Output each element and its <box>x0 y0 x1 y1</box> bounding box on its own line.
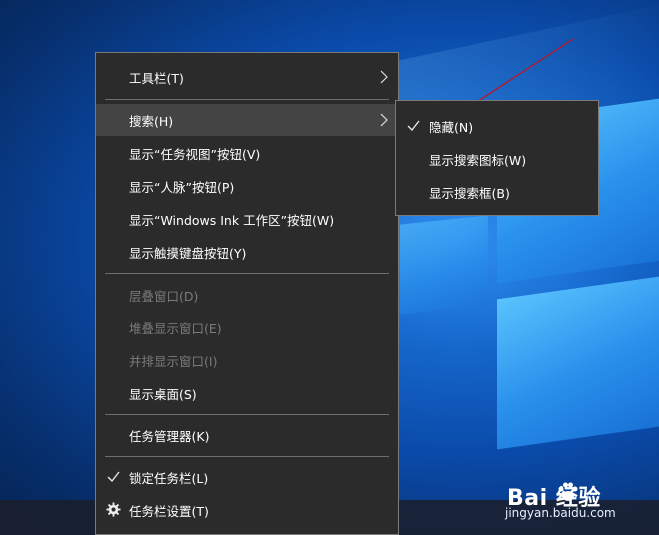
menu-item-label: 锁定任务栏(L) <box>129 470 209 486</box>
menu-item-show-people[interactable]: 显示“人脉”按钮(P) <box>96 170 398 202</box>
menu-item-toolbars[interactable]: 工具栏(T) <box>96 61 398 93</box>
submenu-item-hidden[interactable]: 隐藏(N) <box>396 110 598 142</box>
search-submenu: 隐藏(N) 显示搜索图标(W) 显示搜索框(B) <box>395 100 599 216</box>
submenu-item-label: 显示搜索图标(W) <box>429 152 527 168</box>
menu-item-label: 工具栏(T) <box>129 70 184 86</box>
menu-item-show-touch-keyboard[interactable]: 显示触摸键盘按钮(Y) <box>96 236 398 268</box>
windows-logo-pane <box>400 215 488 315</box>
menu-item-label: 堆叠显示窗口(E) <box>129 320 222 336</box>
menu-item-label: 显示“人脉”按钮(P) <box>129 179 235 195</box>
check-icon <box>407 120 420 131</box>
submenu-item-show-search-box[interactable]: 显示搜索框(B) <box>396 176 598 208</box>
menu-item-label: 显示“Windows Ink 工作区”按钮(W) <box>129 212 335 228</box>
chevron-right-icon <box>380 113 388 127</box>
menu-item-taskbar-settings[interactable]: 任务栏设置(T) <box>96 494 398 526</box>
submenu-item-label: 显示搜索框(B) <box>429 185 510 201</box>
menu-item-label: 层叠窗口(D) <box>129 288 199 304</box>
menu-item-label: 显示触摸键盘按钮(Y) <box>129 245 247 261</box>
menu-item-label: 显示桌面(S) <box>129 386 197 402</box>
submenu-item-show-search-icon[interactable]: 显示搜索图标(W) <box>396 143 598 175</box>
check-icon <box>107 471 120 482</box>
menu-item-cascade-windows: 层叠窗口(D) <box>96 279 398 311</box>
chevron-right-icon <box>380 70 388 84</box>
menu-item-label: 显示“任务视图”按钮(V) <box>129 146 261 162</box>
menu-item-lock-taskbar[interactable]: 锁定任务栏(L) <box>96 461 398 493</box>
baidu-jingyan-watermark: Bai 经验 jingyan.baidu.com <box>505 476 659 535</box>
menu-item-show-desktop[interactable]: 显示桌面(S) <box>96 377 398 409</box>
menu-item-label: 并排显示窗口(I) <box>129 353 218 369</box>
watermark-site: jingyan.baidu.com <box>505 506 616 520</box>
menu-separator <box>105 414 389 415</box>
menu-item-show-windows-ink[interactable]: 显示“Windows Ink 工作区”按钮(W) <box>96 203 398 235</box>
menu-item-side-by-side: 并排显示窗口(I) <box>96 344 398 376</box>
taskbar-context-menu: 工具栏(T) 搜索(H) 显示“任务视图”按钮(V) 显示“人脉”按钮(P) 显… <box>95 52 399 535</box>
submenu-item-label: 隐藏(N) <box>429 119 474 135</box>
menu-item-search[interactable]: 搜索(H) <box>96 104 398 136</box>
menu-separator <box>105 456 389 457</box>
menu-item-stack-windows: 堆叠显示窗口(E) <box>96 311 398 343</box>
menu-item-task-manager[interactable]: 任务管理器(K) <box>96 419 398 451</box>
windows-logo-pane <box>497 276 659 450</box>
paw-icon <box>558 482 578 501</box>
gear-icon <box>106 502 121 517</box>
menu-separator <box>105 273 389 274</box>
menu-item-label: 搜索(H) <box>129 113 174 129</box>
menu-item-label: 任务管理器(K) <box>129 428 210 444</box>
menu-item-show-task-view[interactable]: 显示“任务视图”按钮(V) <box>96 137 398 169</box>
menu-item-label: 任务栏设置(T) <box>129 503 209 519</box>
menu-separator <box>105 99 389 100</box>
